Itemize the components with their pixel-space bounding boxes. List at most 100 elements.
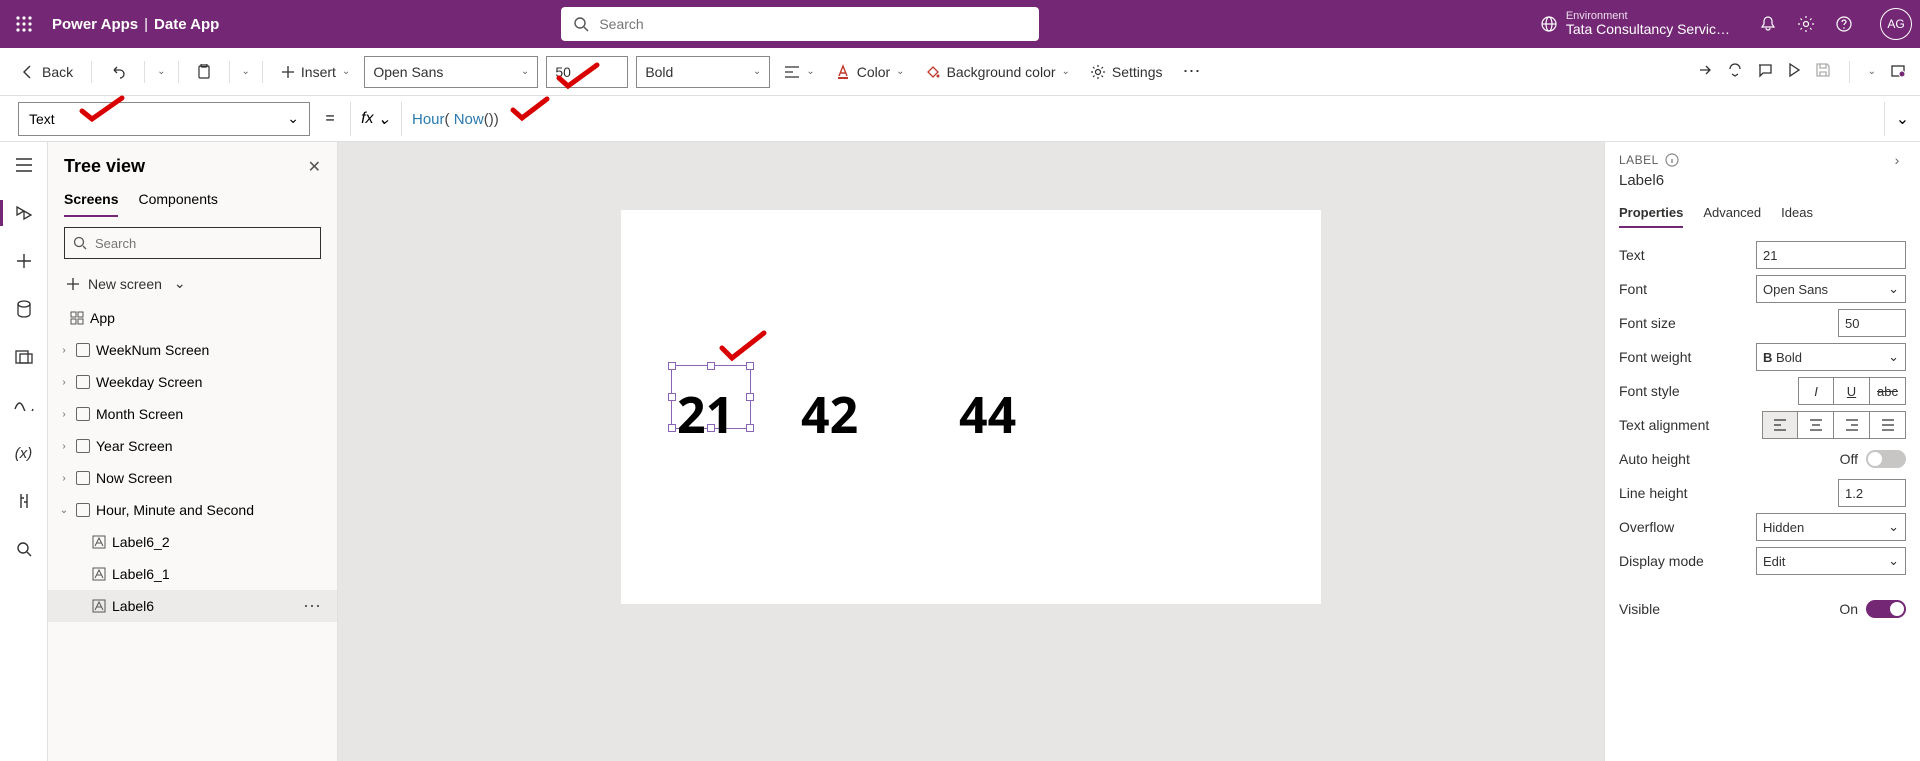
align-center-button[interactable] [1798,411,1834,439]
prop-align-seg[interactable] [1762,411,1906,439]
tab-components[interactable]: Components [138,183,217,217]
gear-icon[interactable] [1796,14,1816,34]
environment-picker[interactable]: Environment Tata Consultancy Servic… [1540,10,1730,37]
align-button[interactable]: ⌄ [778,61,820,83]
align-right-button[interactable] [1834,411,1870,439]
tab-properties[interactable]: Properties [1619,199,1683,228]
label-icon [92,599,106,613]
align-justify-button[interactable] [1870,411,1906,439]
font-color-icon [835,64,851,80]
tree-node-screen[interactable]: ›WeekNum Screen [48,334,337,366]
insert-pane-icon[interactable] [13,250,35,272]
tree-node-control[interactable]: Label6_2 [48,526,337,558]
canvas-label6-1[interactable]: 42 [801,380,858,448]
close-tree-icon[interactable]: ✕ [308,157,321,177]
prop-fontweight-select[interactable]: B Bold⌄ [1756,343,1906,371]
formula-bar[interactable]: Hour( Now()) [402,102,1884,136]
tree-search-input[interactable] [95,236,312,251]
fontsize-input[interactable]: 50 [546,56,628,88]
gear-icon [1090,64,1106,80]
underline-button[interactable]: U [1834,377,1870,405]
tree-node-screen[interactable]: ›Month Screen [48,398,337,430]
canvas-label6-2[interactable]: 44 [959,380,1016,448]
hamburger-icon[interactable] [13,154,35,176]
undo-icon [110,64,126,80]
tree-title: Tree view [64,156,145,177]
search-input[interactable] [599,16,1027,32]
settings-button[interactable]: Settings [1084,60,1169,84]
fx-button[interactable]: fx⌄ [350,102,402,136]
collapse-properties-icon[interactable]: › [1888,152,1906,168]
prop-align-label: Text alignment [1619,417,1709,433]
canvas-stage[interactable]: 21 42 44 [621,210,1321,604]
visible-value: On [1839,601,1858,617]
strike-button[interactable]: abc [1870,377,1906,405]
font-select[interactable]: Open Sans⌄ [364,56,538,88]
tree-search[interactable] [64,227,321,259]
expand-formula-button[interactable]: ⌄ [1884,102,1920,136]
prop-displaymode-select[interactable]: Edit⌄ [1756,547,1906,575]
tree-node-screen[interactable]: ›Now Screen [48,462,337,494]
publish-icon[interactable] [1890,62,1906,81]
tree-node-control[interactable]: Label6_1 [48,558,337,590]
prop-lineheight-input[interactable]: 1.2 [1838,479,1906,507]
tree-node-screen[interactable]: ›Weekday Screen [48,366,337,398]
media-icon[interactable] [13,346,35,368]
prop-font-select[interactable]: Open Sans⌄ [1756,275,1906,303]
app-title: Power Apps|Date App [52,16,219,33]
info-icon[interactable] [1665,153,1679,167]
undo-dropdown[interactable]: ⌄ [157,66,165,77]
align-icon [784,65,800,79]
property-select[interactable]: Text⌄ [18,102,310,136]
search-pane-icon[interactable] [13,538,35,560]
data-icon[interactable] [13,298,35,320]
help-icon[interactable] [1834,14,1854,34]
paste-button[interactable] [191,60,217,84]
share-icon[interactable] [1697,62,1713,81]
new-screen-button[interactable]: New screen⌄ [48,269,337,298]
back-button[interactable]: Back [14,60,79,84]
italic-button[interactable]: I [1798,377,1834,405]
prop-text-input[interactable]: 21 [1756,241,1906,269]
insert-button[interactable]: Insert ⌄ [275,60,356,84]
fontweight-select[interactable]: Bold⌄ [636,56,770,88]
tree-node-screen[interactable]: ⌄Hour, Minute and Second [48,494,337,526]
undo-button[interactable] [104,60,132,84]
tree-node-app[interactable]: App [48,302,337,334]
paste-dropdown[interactable]: ⌄ [242,66,250,77]
save-dropdown[interactable]: ⌄ [1868,66,1876,77]
tab-screens[interactable]: Screens [64,183,118,217]
avatar[interactable]: AG [1880,8,1912,40]
more-button[interactable]: ⋯ [1177,57,1209,86]
global-search[interactable] [561,7,1039,41]
save-icon[interactable] [1815,62,1831,81]
align-left-button[interactable] [1762,411,1798,439]
tree-node-screen[interactable]: ›Year Screen [48,430,337,462]
comments-icon[interactable] [1757,62,1773,81]
tree-node-control-selected[interactable]: Label6 [48,590,337,622]
tab-ideas[interactable]: Ideas [1781,199,1813,228]
canvas-label6[interactable]: 21 [677,380,734,448]
prop-fontweight-label: Font weight [1619,349,1691,365]
prop-fontstyle-seg[interactable]: I U abc [1798,377,1906,405]
bell-icon[interactable] [1758,14,1778,34]
bgcolor-button[interactable]: Background color⌄ [919,60,1076,84]
plus-icon [66,277,80,291]
autoheight-toggle[interactable] [1866,450,1906,468]
prop-overflow-select[interactable]: Hidden⌄ [1756,513,1906,541]
flows-icon[interactable] [13,394,35,416]
variables-icon[interactable]: (x) [13,442,35,464]
tree-view-icon[interactable] [13,202,35,224]
prop-fontsize-input[interactable]: 50 [1838,309,1906,337]
search-icon [573,16,589,32]
prop-autoheight-label: Auto height [1619,451,1690,467]
tools-icon[interactable] [13,490,35,512]
checker-icon[interactable] [1727,62,1743,81]
color-button[interactable]: Color⌄ [829,60,911,84]
visible-toggle[interactable] [1866,600,1906,618]
tab-advanced[interactable]: Advanced [1703,199,1761,228]
play-icon[interactable] [1787,62,1801,81]
waffle-icon[interactable] [8,8,40,40]
bucket-icon [925,64,941,80]
app-icon [70,311,84,325]
